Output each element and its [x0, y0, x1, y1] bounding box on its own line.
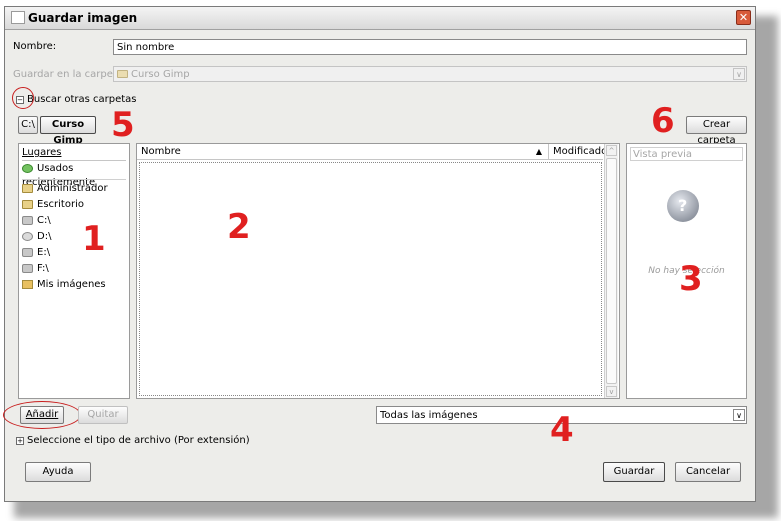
scroll-up-icon[interactable]: ^ — [606, 145, 617, 156]
expand-icon[interactable]: + — [16, 437, 24, 445]
place-item-label: Escritorio — [37, 199, 84, 210]
close-icon[interactable]: ✕ — [736, 10, 751, 25]
annotation-circle — [12, 87, 34, 109]
places-divider — [22, 179, 126, 180]
place-item-label: F:\ — [37, 263, 49, 274]
place-item-f[interactable]: F:\ — [22, 262, 49, 276]
pictures-icon — [22, 279, 33, 289]
path-button-current[interactable]: Curso Gimp — [40, 116, 96, 146]
save-button[interactable]: Guardar — [603, 462, 665, 482]
name-label: Nombre: — [13, 41, 57, 52]
create-folder-button[interactable]: Crear carpeta — [686, 116, 747, 146]
drive-icon — [22, 263, 33, 273]
chevron-down-icon: ∨ — [733, 409, 745, 421]
save-image-dialog: Guardar imagen ✕ Nombre: Sin nombre Guar… — [3, 6, 756, 502]
drive-icon — [22, 215, 33, 225]
annotation-number-5: 5 — [111, 105, 135, 145]
help-button[interactable]: Ayuda — [25, 462, 91, 482]
annotation-number-6: 6 — [651, 101, 675, 141]
folder-icon — [117, 70, 128, 78]
place-item-c[interactable]: C:\ — [22, 214, 51, 228]
annotation-number-3: 3 — [679, 259, 703, 299]
place-item-label: E:\ — [37, 247, 51, 258]
folder-icon — [22, 183, 33, 193]
places-header: Lugares — [22, 146, 126, 161]
sort-ascending-icon: ▲ — [535, 147, 542, 156]
place-item-e[interactable]: E:\ — [22, 246, 50, 260]
drive-icon — [22, 247, 33, 257]
files-scrollbar[interactable]: ^ v — [604, 144, 618, 398]
annotation-number-4: 4 — [550, 410, 574, 450]
cancel-button[interactable]: Cancelar — [675, 462, 741, 482]
folder-combo[interactable]: Curso Gimp ∨ — [113, 66, 747, 82]
folder-combo-value: Curso Gimp — [131, 69, 190, 80]
name-field[interactable]: Sin nombre — [113, 39, 747, 55]
place-item-label: C:\ — [37, 215, 51, 226]
cdrom-icon — [22, 231, 33, 241]
column-header-modified[interactable]: Modificado — [549, 144, 607, 160]
browse-folders-toggle[interactable]: Buscar otras carpetas — [27, 94, 137, 105]
file-list[interactable] — [139, 162, 602, 396]
chevron-down-icon: ∨ — [733, 68, 745, 80]
annotation-ellipse — [3, 401, 81, 429]
place-item-mis-imagenes[interactable]: Mis imágenes — [22, 278, 106, 292]
annotation-number-1: 1 — [82, 219, 106, 259]
column-name-label: Nombre — [141, 146, 181, 157]
preview-header: Vista previa — [630, 147, 743, 161]
files-panel: Nombre ▲ Modificado ^ v 2 — [136, 143, 620, 399]
remove-button[interactable]: Quitar — [78, 406, 128, 424]
file-filter-value: Todas las imágenes — [380, 410, 478, 421]
place-item-label: Administrador — [37, 183, 108, 194]
scroll-down-icon[interactable]: v — [606, 386, 617, 397]
window-icon — [11, 11, 25, 24]
preview-panel: Vista previa ? No hay selección 3 — [626, 143, 747, 399]
place-item-label: Mis imágenes — [37, 279, 106, 290]
places-panel: Lugares Usados recientemente Administrad… — [18, 143, 130, 399]
place-item-d[interactable]: D:\ — [22, 230, 51, 244]
recent-icon — [22, 163, 33, 173]
title-bar: Guardar imagen ✕ — [5, 7, 755, 30]
place-item-administrador[interactable]: Administrador — [22, 182, 108, 196]
column-header-name[interactable]: Nombre ▲ — [137, 144, 549, 160]
scroll-thumb[interactable] — [606, 158, 617, 384]
folder-label: Guardar en la carpeta: — [13, 69, 127, 80]
place-item-label: D:\ — [37, 231, 52, 242]
window-title: Guardar imagen — [28, 11, 138, 25]
place-item-recent[interactable]: Usados recientemente — [22, 162, 129, 188]
annotation-number-2: 2 — [227, 207, 251, 247]
folder-icon — [22, 199, 33, 209]
unknown-image-icon: ? — [667, 190, 699, 222]
file-type-toggle[interactable]: Seleccione el tipo de archivo (Por exten… — [27, 435, 250, 446]
place-item-escritorio[interactable]: Escritorio — [22, 198, 84, 212]
path-button-root[interactable]: C:\ — [18, 116, 38, 134]
